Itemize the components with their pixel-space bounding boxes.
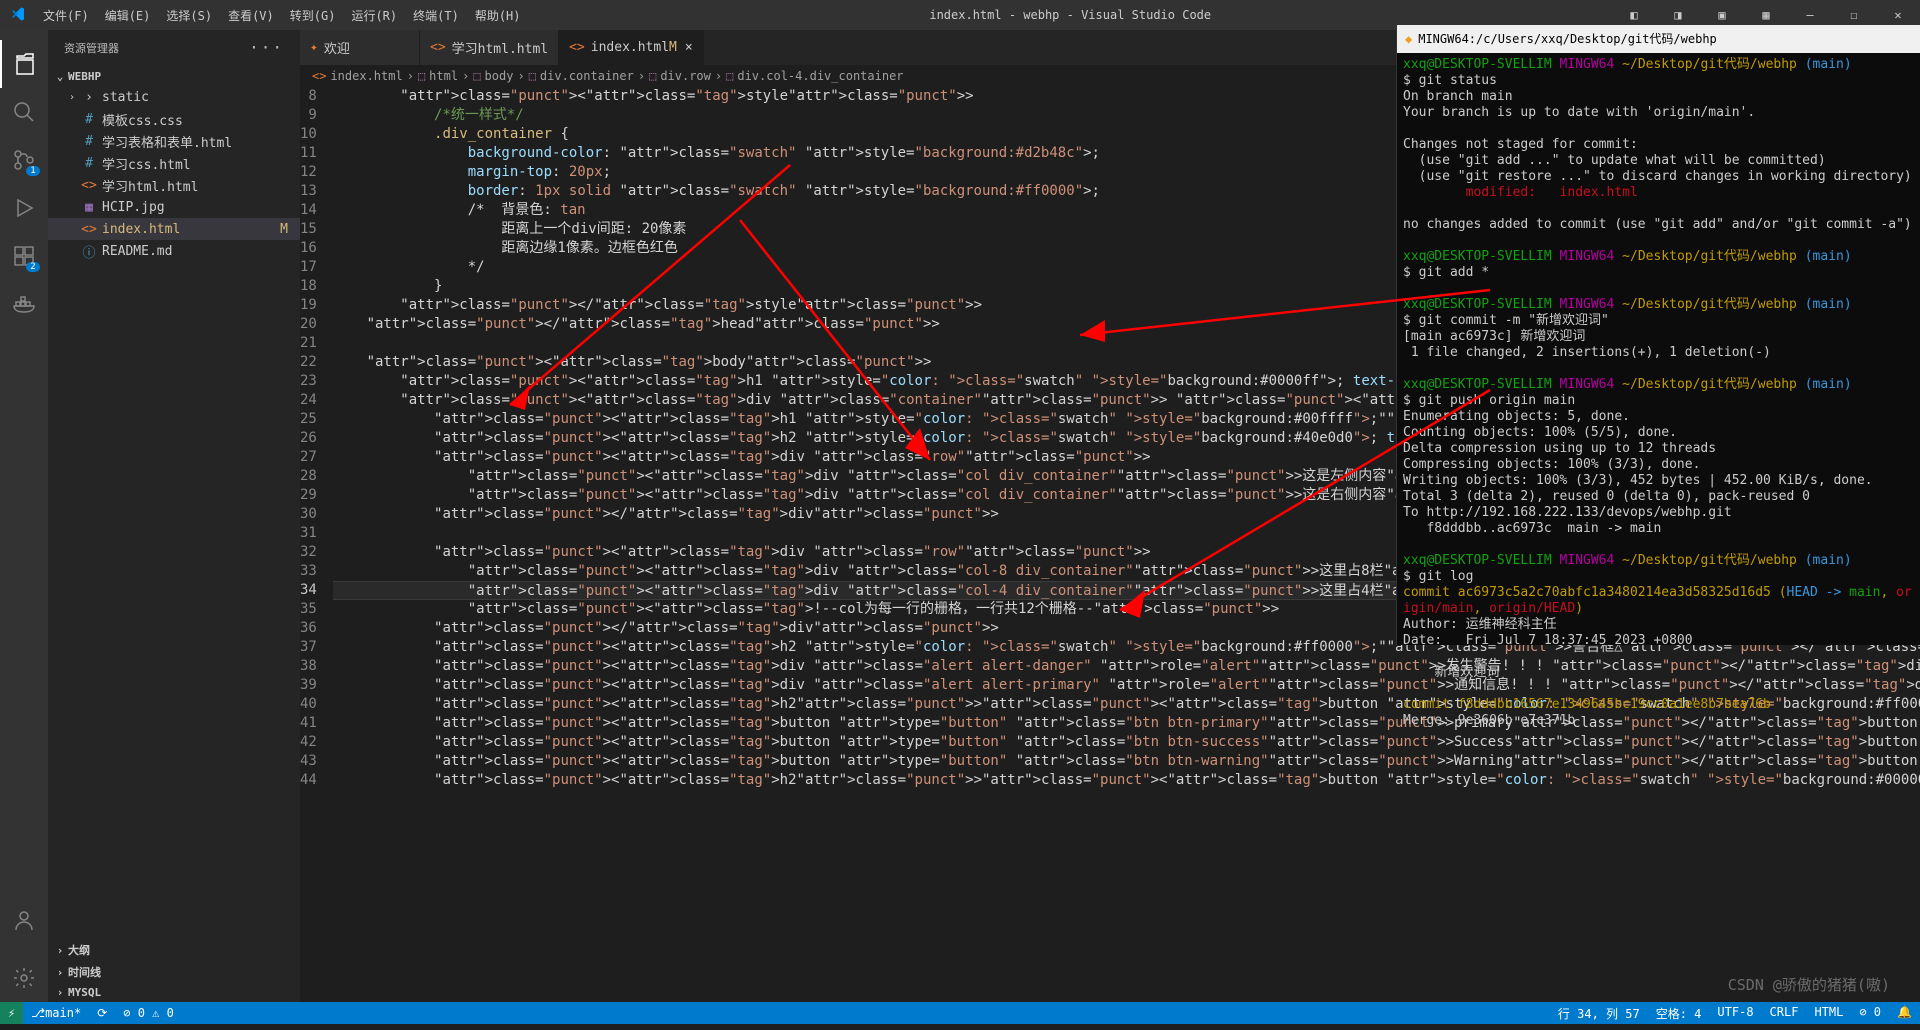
tree-item[interactable]: #学习表格和表单.html	[48, 130, 300, 152]
sync-icon[interactable]: ⟳	[89, 1002, 115, 1024]
port[interactable]: ⊘ 0	[1851, 1005, 1889, 1019]
menu-view[interactable]: 查看(V)	[220, 7, 282, 24]
menu-go[interactable]: 转到(G)	[282, 7, 344, 24]
menu-help[interactable]: 帮助(H)	[467, 7, 529, 24]
terminal-body[interactable]: xxq@DESKTOP-SVELLIM MINGW64 ~/Desktop/gi…	[1397, 53, 1920, 749]
menu-bar: 文件(F) 编辑(E) 选择(S) 查看(V) 转到(G) 运行(R) 终端(T…	[35, 7, 529, 24]
maximize-button[interactable]: ☐	[1832, 8, 1876, 22]
menu-run[interactable]: 运行(R)	[343, 7, 405, 24]
terminal-titlebar[interactable]: ◆ MINGW64:/c/Users/xxq/Desktop/git代码/web…	[1397, 25, 1920, 53]
file-tree: ››static#模板css.css#学习表格和表单.html#学习css.ht…	[48, 86, 300, 262]
eol[interactable]: CRLF	[1762, 1005, 1807, 1019]
timeline-section[interactable]: ›时间线	[48, 961, 300, 983]
activity-bar: 1 2	[0, 30, 48, 1002]
breadcrumb-item[interactable]: ⬚div.row	[649, 69, 711, 83]
menu-selection[interactable]: 选择(S)	[158, 7, 220, 24]
status-bar: ⚡ ⎇ main* ⟳ ⊘ 0 ⚠ 0 行 34, 列 57 空格: 4 UTF…	[0, 1002, 1920, 1024]
breadcrumb-item[interactable]: ⬚div.col-4.div_container	[726, 69, 903, 83]
mingw-icon: ◆	[1405, 31, 1412, 47]
tree-item[interactable]: ››static	[48, 86, 300, 108]
tree-item[interactable]: ⓘREADME.md	[48, 240, 300, 262]
search-icon[interactable]	[0, 88, 48, 136]
encoding[interactable]: UTF-8	[1709, 1005, 1761, 1019]
breadcrumb-item[interactable]: ⬚html	[418, 69, 458, 83]
indentation[interactable]: 空格: 4	[1648, 1005, 1710, 1022]
tree-item[interactable]: ▦HCIP.jpg	[48, 196, 300, 218]
project-header[interactable]: ⌄ WEBHP	[48, 67, 300, 86]
cursor-position[interactable]: 行 34, 列 57	[1550, 1005, 1648, 1022]
account-icon[interactable]	[0, 896, 48, 944]
menu-file[interactable]: 文件(F)	[35, 7, 97, 24]
minimize-button[interactable]: —	[1788, 8, 1832, 22]
more-icon[interactable]: ···	[249, 38, 284, 57]
scm-badge: 1	[26, 166, 40, 176]
settings-gear-icon[interactable]	[0, 954, 48, 1002]
explorer-sidebar: 资源管理器 ··· ⌄ WEBHP ››static#模板css.css#学习表…	[48, 30, 300, 1002]
breadcrumb-item[interactable]: ⬚div.container	[529, 69, 634, 83]
docker-icon[interactable]	[0, 280, 48, 328]
git-branch[interactable]: ⎇ main*	[23, 1002, 89, 1024]
window-controls: ◧ ◨ ▣ ▦ — ☐ ✕	[1612, 8, 1920, 22]
menu-edit[interactable]: 编辑(E)	[97, 7, 159, 24]
editor-tab[interactable]: ✦欢迎	[300, 30, 420, 65]
breadcrumb-item[interactable]: <>index.html	[312, 69, 403, 83]
breadcrumb-item[interactable]: ⬚body	[473, 69, 513, 83]
run-debug-icon[interactable]	[0, 184, 48, 232]
project-name: WEBHP	[68, 70, 101, 83]
mysql-section[interactable]: ›MYSQL	[48, 983, 300, 1002]
layout-icon[interactable]: ▣	[1700, 8, 1744, 22]
problems[interactable]: ⊘ 0 ⚠ 0	[115, 1002, 182, 1024]
layout-icon[interactable]: ◧	[1612, 8, 1656, 22]
chevron-down-icon: ⌄	[52, 70, 68, 83]
explorer-icon[interactable]	[0, 40, 48, 88]
close-button[interactable]: ✕	[1876, 8, 1920, 22]
extensions-icon[interactable]: 2	[0, 232, 48, 280]
menu-terminal[interactable]: 终端(T)	[405, 7, 467, 24]
ext-badge: 2	[26, 262, 40, 272]
tree-item[interactable]: #模板css.css	[48, 108, 300, 130]
layout-icon[interactable]: ▦	[1744, 8, 1788, 22]
sidebar-title: 资源管理器	[64, 40, 119, 56]
language-mode[interactable]: HTML	[1806, 1005, 1851, 1019]
remote-indicator[interactable]: ⚡	[0, 1002, 23, 1024]
tree-item[interactable]: <>学习html.html	[48, 174, 300, 196]
layout-icon[interactable]: ◨	[1656, 8, 1700, 22]
notifications-icon[interactable]: 🔔	[1889, 1005, 1920, 1019]
window-title: index.html - webhp - Visual Studio Code	[529, 8, 1613, 22]
terminal-title: MINGW64:/c/Users/xxq/Desktop/git代码/webhp	[1418, 31, 1717, 47]
git-bash-terminal[interactable]: ◆ MINGW64:/c/Users/xxq/Desktop/git代码/web…	[1396, 25, 1920, 645]
editor-tab[interactable]: <>index.html M×	[559, 30, 704, 65]
tree-item[interactable]: <>index.htmlM	[48, 218, 300, 240]
outline-section[interactable]: ›大纲	[48, 939, 300, 961]
tree-item[interactable]: #学习css.html	[48, 152, 300, 174]
source-control-icon[interactable]: 1	[0, 136, 48, 184]
vscode-logo-icon	[0, 6, 35, 25]
line-numbers: 8910111213141516171819202122232425262728…	[300, 87, 333, 1002]
editor-tab[interactable]: <>学习html.html	[420, 30, 559, 65]
